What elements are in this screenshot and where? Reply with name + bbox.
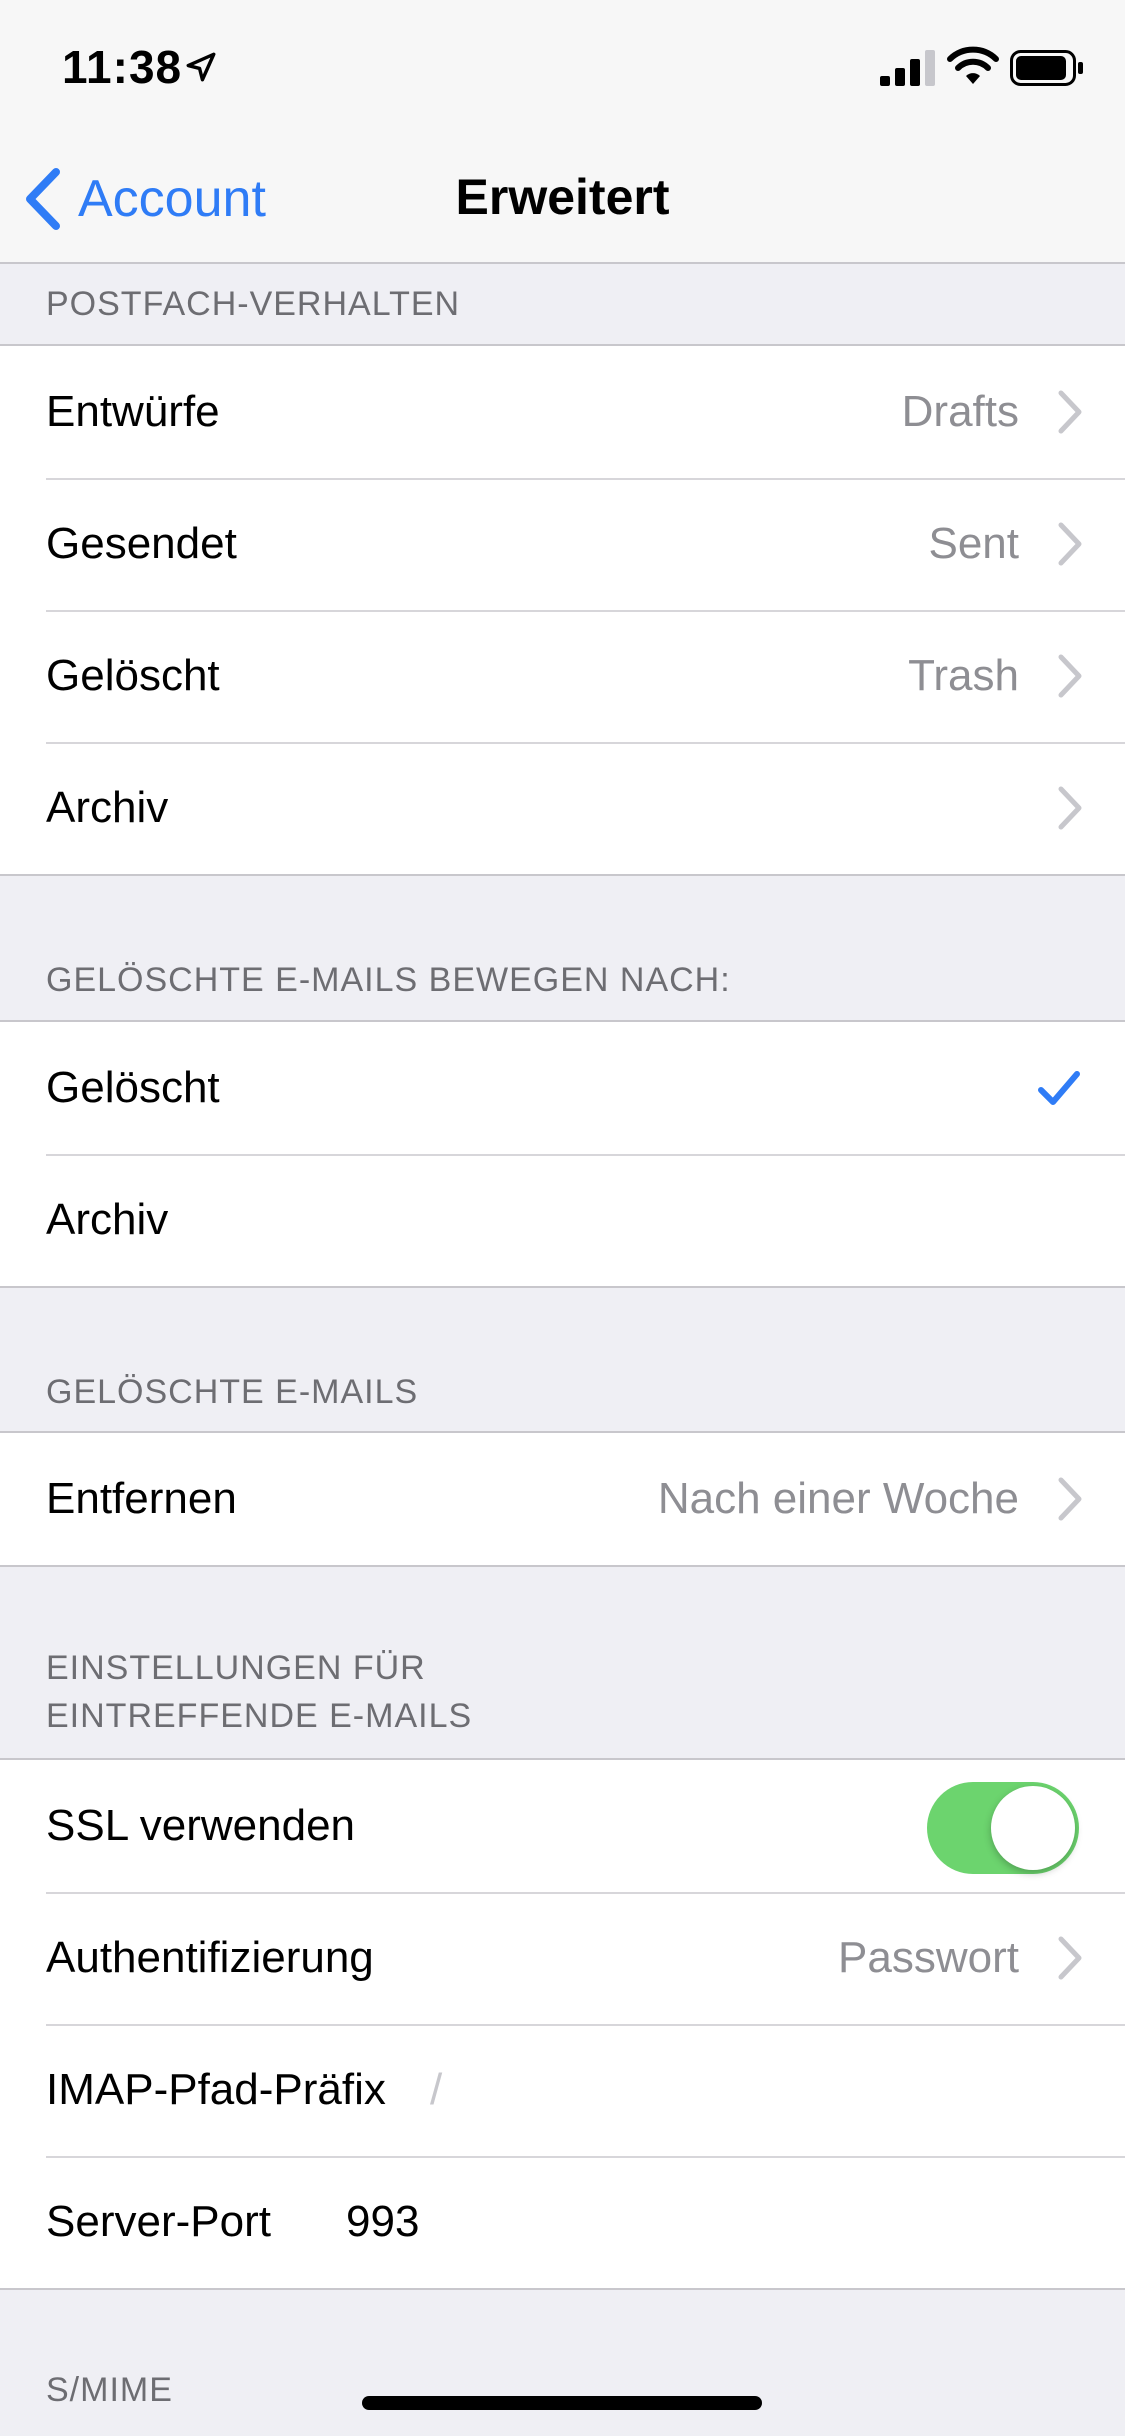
chevron-right-icon	[1058, 1936, 1082, 1980]
mailbox-behavior-group: Entwürfe Drafts Gesendet Sent Gelöscht T…	[0, 344, 1125, 876]
status-bar: 11:38	[0, 0, 1125, 132]
cellular-signal-icon	[880, 50, 935, 86]
ssl-toggle[interactable]	[927, 1782, 1079, 1874]
row-archive[interactable]: Archiv	[0, 742, 1125, 874]
chevron-left-icon	[26, 168, 60, 230]
row-label: Authentifizierung	[46, 1933, 374, 1982]
row-server-port[interactable]: Server-Port 993	[0, 2156, 1125, 2288]
row-value: Nach einer Woche	[657, 1474, 1019, 1523]
row-label: Archiv	[46, 1195, 169, 1244]
toggle-knob	[991, 1786, 1075, 1870]
chevron-right-icon	[1058, 390, 1082, 434]
row-ssl: SSL verwenden	[0, 1760, 1125, 1892]
row-drafts[interactable]: Entwürfe Drafts	[0, 346, 1125, 478]
section-header-move-deleted: GELÖSCHTE E-MAILS BEWEGEN NACH:	[46, 961, 731, 999]
checkmark-icon	[1038, 1071, 1080, 1105]
row-label: Gelöscht	[46, 1063, 220, 1112]
row-sent[interactable]: Gesendet Sent	[0, 478, 1125, 610]
row-value: Drafts	[901, 387, 1019, 436]
back-button-label: Account	[78, 170, 266, 228]
row-deleted[interactable]: Gelöscht Trash	[0, 610, 1125, 742]
imap-prefix-field[interactable]: /	[430, 2024, 442, 2156]
chevron-right-icon	[1058, 522, 1082, 566]
section-header-deleted-mails: GELÖSCHTE E-MAILS	[46, 1373, 419, 1411]
row-value: Passwort	[838, 1933, 1019, 1982]
location-arrow-icon	[186, 52, 216, 82]
incoming-settings-group: SSL verwenden Authentifizierung Passwort…	[0, 1758, 1125, 2290]
row-label: Server-Port	[46, 2197, 271, 2246]
row-label: Gelöscht	[46, 651, 220, 700]
row-remove[interactable]: Entfernen Nach einer Woche	[0, 1433, 1125, 1565]
row-label: Entwürfe	[46, 387, 220, 436]
row-value: Trash	[908, 651, 1019, 700]
back-button[interactable]: Account	[22, 164, 266, 234]
row-authentication[interactable]: Authentifizierung Passwort	[0, 1892, 1125, 2024]
row-label: IMAP-Pfad-Präfix	[46, 2065, 386, 2114]
section-header-line: EINTREFFENDE E-MAILS	[46, 1697, 473, 1735]
status-time: 11:38	[62, 41, 183, 93]
option-archive[interactable]: Archiv	[0, 1154, 1125, 1286]
section-header-mailbox-behavior: POSTFACH-VERHALTEN	[46, 285, 461, 323]
row-value: Sent	[928, 519, 1019, 568]
navigation-bar: Erweitert Account	[0, 132, 1125, 264]
battery-icon	[1010, 50, 1083, 86]
wifi-icon	[947, 46, 999, 84]
row-label: Entfernen	[46, 1474, 237, 1523]
row-label: SSL verwenden	[46, 1801, 356, 1850]
chevron-right-icon	[1058, 1477, 1082, 1521]
row-imap-prefix[interactable]: IMAP-Pfad-Präfix /	[0, 2024, 1125, 2156]
chevron-right-icon	[1058, 786, 1082, 830]
row-label: Gesendet	[46, 519, 237, 568]
home-indicator	[362, 2396, 762, 2410]
row-label: Archiv	[46, 783, 169, 832]
server-port-field[interactable]: 993	[346, 2156, 419, 2288]
option-deleted[interactable]: Gelöscht	[0, 1022, 1125, 1154]
move-deleted-group: Gelöscht Archiv	[0, 1020, 1125, 1288]
chevron-right-icon	[1058, 654, 1082, 698]
deleted-mails-group: Entfernen Nach einer Woche	[0, 1431, 1125, 1567]
section-header-line: EINSTELLUNGEN FÜR	[46, 1649, 426, 1687]
section-header-smime: S/MIME	[46, 2371, 173, 2409]
section-header-incoming: EINSTELLUNGEN FÜR EINTREFFENDE E-MAILS	[46, 1644, 472, 1740]
